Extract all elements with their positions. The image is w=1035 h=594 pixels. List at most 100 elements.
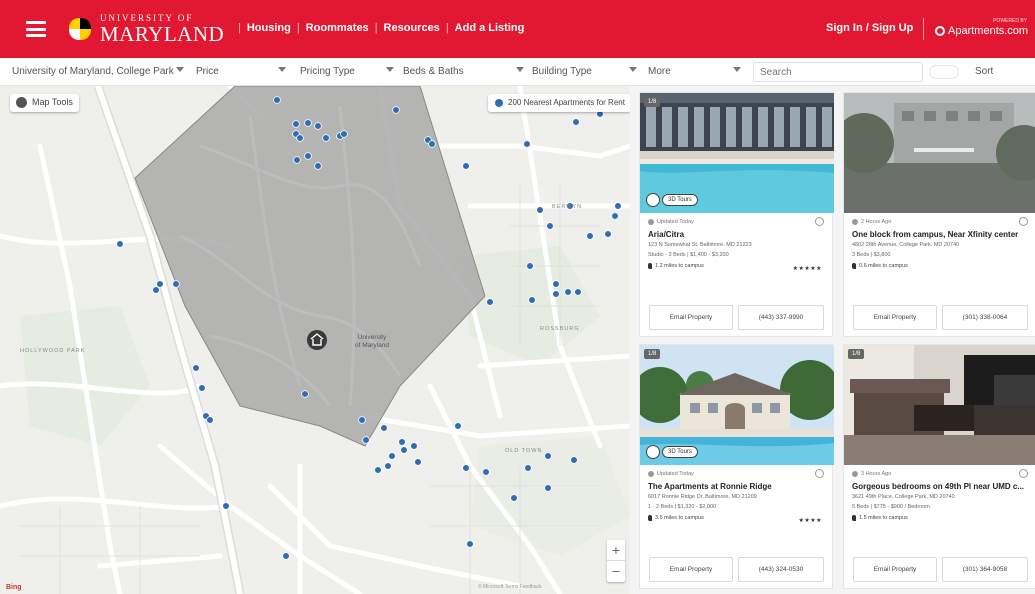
listing-marker[interactable] [296,134,304,142]
phone-button[interactable]: (443) 337-9990 [738,305,824,330]
listing-marker[interactable] [304,119,312,127]
favorite-heart-icon[interactable] [1019,217,1028,226]
listing-marker[interactable] [358,416,366,424]
listing-marker[interactable] [524,464,532,472]
listing-marker[interactable] [340,130,348,138]
listing-marker[interactable] [523,140,531,148]
sign-in-link[interactable]: Sign In / Sign Up [826,22,913,34]
listing-marker[interactable] [482,468,490,476]
pricing-type-filter[interactable]: Pricing Type [300,66,355,77]
listing-marker[interactable] [400,446,408,454]
listing-marker[interactable] [172,280,180,288]
listing-marker[interactable] [374,466,382,474]
listing-marker[interactable] [572,118,580,126]
listing-marker[interactable] [192,364,200,372]
listing-marker[interactable] [614,202,622,210]
listing-marker[interactable] [293,156,301,164]
listing-marker[interactable] [292,120,300,128]
listing-marker[interactable] [428,140,436,148]
listing-marker[interactable] [611,212,619,220]
listing-card[interactable]: 1/8 3 Hours Ago Gorgeous bedrooms on 49t… [843,344,1035,589]
hamburger-menu-icon[interactable] [26,21,46,37]
listing-marker[interactable] [222,502,230,510]
listing-marker[interactable] [398,438,406,446]
location-filter[interactable]: University of Maryland, College Park [12,66,174,77]
3d-tour-button[interactable]: 3D Tours [646,193,698,207]
zoom-in-button[interactable]: + [607,540,625,561]
listing-marker[interactable] [156,280,164,288]
listing-marker[interactable] [466,540,474,548]
university-logo[interactable]: UNIVERSITY OF MARYLAND [66,13,224,44]
listing-marker[interactable] [152,286,160,294]
listing-marker[interactable] [362,436,370,444]
listing-card[interactable]: 1/8 3D Tours Updated Today The Apartment… [639,344,834,589]
listing-photo[interactable]: 1/8 [844,345,1035,465]
listing-photo[interactable] [844,93,1035,213]
listing-name[interactable]: The Apartments at Ronnie Ridge [648,482,826,491]
keyword-search-input[interactable] [753,62,923,82]
chevron-down-icon[interactable] [733,67,741,72]
sort-dropdown[interactable]: Sort [975,66,993,77]
phone-button[interactable]: (443) 324-0530 [738,557,824,582]
view-toggle[interactable] [929,65,959,79]
email-property-button[interactable]: Email Property [853,305,937,330]
listing-marker[interactable] [206,416,214,424]
listing-marker[interactable] [574,288,582,296]
listing-marker[interactable] [536,206,544,214]
map-tools-button[interactable]: Map Tools [10,94,79,112]
favorite-heart-icon[interactable] [815,469,824,478]
listing-marker[interactable] [486,298,494,306]
listing-marker[interactable] [552,290,560,298]
phone-button[interactable]: (301) 364-9058 [942,557,1028,582]
apartments-com-logo[interactable]: POWERED BY Apartments.com [933,18,1031,42]
listing-marker[interactable] [586,232,594,240]
favorite-heart-icon[interactable] [1019,469,1028,478]
nearest-apartments-toggle[interactable]: 200 Nearest Apartments for Rent [488,94,630,112]
listing-marker[interactable] [384,462,392,470]
listing-marker[interactable] [510,494,518,502]
nav-housing[interactable]: Housing [247,22,291,34]
listing-marker[interactable] [544,452,552,460]
chevron-down-icon[interactable] [176,67,184,72]
listing-photo[interactable]: 1/8 3D Tours [640,345,834,465]
listing-name[interactable]: One block from campus, Near Xfinity cent… [852,230,1030,239]
listing-marker[interactable] [301,390,309,398]
listing-marker[interactable] [198,384,206,392]
listing-marker[interactable] [273,96,281,104]
nav-resources[interactable]: Resources [384,22,440,34]
listing-marker[interactable] [380,424,388,432]
listing-photo[interactable]: 1/8 3D Tours [640,93,834,213]
chevron-down-icon[interactable] [629,67,637,72]
listing-marker[interactable] [604,230,612,238]
chevron-down-icon[interactable] [278,67,286,72]
listing-marker[interactable] [282,552,290,560]
favorite-heart-icon[interactable] [815,217,824,226]
listing-marker[interactable] [526,262,534,270]
listing-marker[interactable] [528,296,536,304]
listing-marker[interactable] [410,442,418,450]
listing-marker[interactable] [570,456,578,464]
listing-marker[interactable] [314,122,322,130]
listing-marker[interactable] [544,484,552,492]
listing-marker[interactable] [388,452,396,460]
listing-name[interactable]: Aria/Citra [648,230,826,239]
listing-name[interactable]: Gorgeous bedrooms on 49th Pl near UMD c.… [852,482,1030,491]
price-filter[interactable]: Price [196,66,219,77]
listing-marker[interactable] [552,280,560,288]
listing-marker[interactable] [392,106,400,114]
chevron-down-icon[interactable] [516,67,524,72]
listing-marker[interactable] [546,222,554,230]
map-canvas[interactable] [0,86,630,594]
zoom-out-button[interactable]: − [607,561,625,582]
listing-card[interactable]: 2 Hours Ago One block from campus, Near … [843,92,1035,337]
listing-marker[interactable] [462,464,470,472]
listing-card[interactable]: 1/8 3D Tours Updated Today Aria/Citra 12… [639,92,834,337]
email-property-button[interactable]: Email Property [853,557,937,582]
chevron-down-icon[interactable] [386,67,394,72]
email-property-button[interactable]: Email Property [649,557,733,582]
listing-marker[interactable] [564,288,572,296]
listing-marker[interactable] [304,152,312,160]
phone-button[interactable]: (301) 338-0064 [942,305,1028,330]
listing-marker[interactable] [462,162,470,170]
nav-roommates[interactable]: Roommates [306,22,369,34]
